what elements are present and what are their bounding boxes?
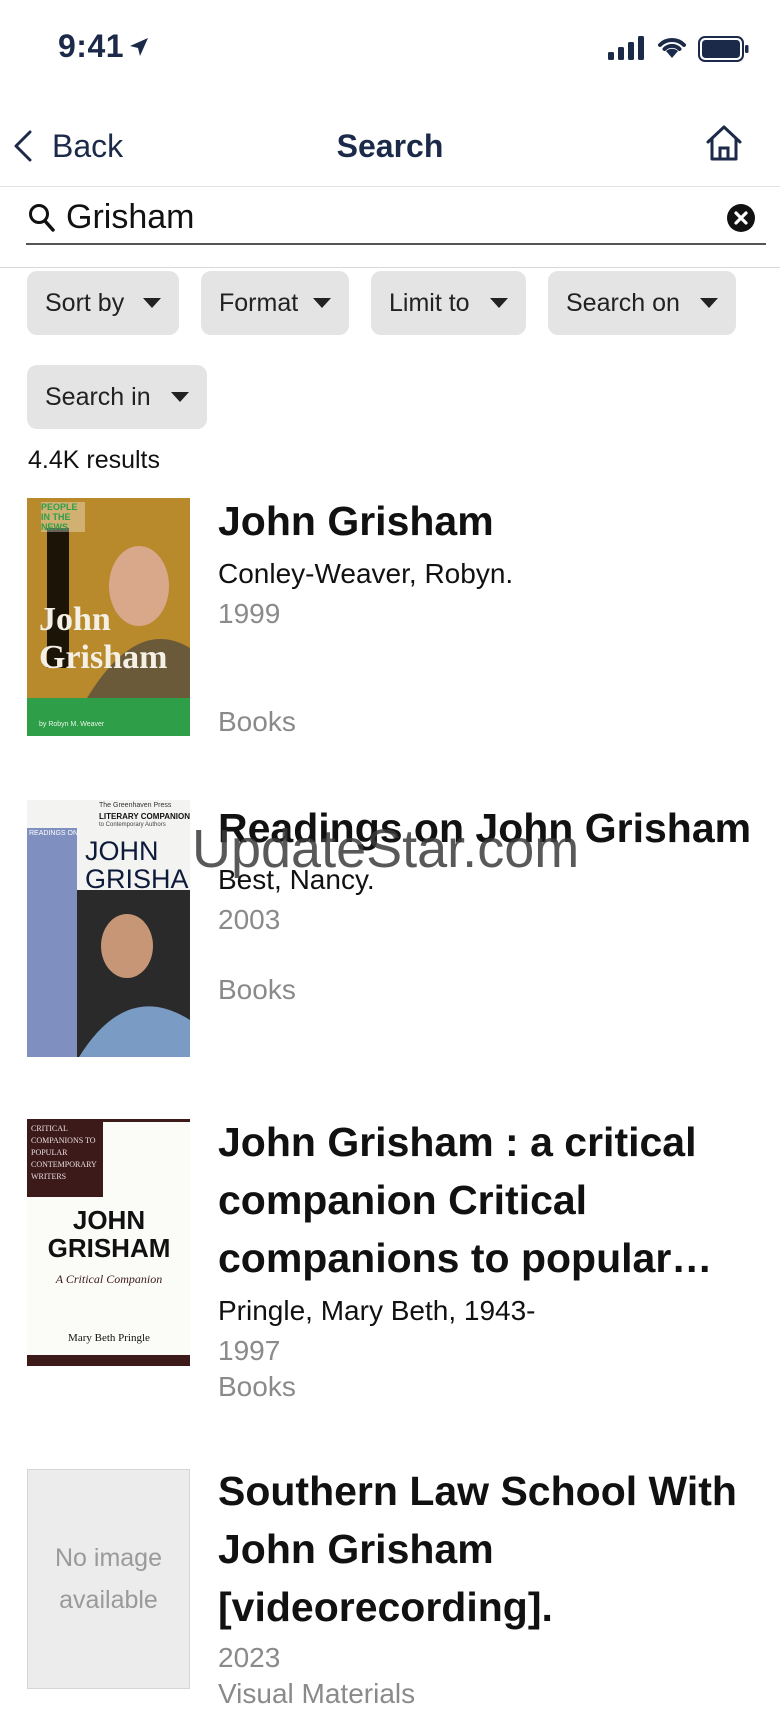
cover-sub: to Contemporary Authors	[99, 822, 166, 828]
result-info: John Grisham Conley-Weaver, Robyn. 1999 …	[218, 492, 758, 740]
result-year: 1999	[218, 598, 281, 629]
result-format: Visual Materials	[218, 1678, 416, 1709]
filter-label: Search on	[566, 288, 680, 317]
caret-down-icon	[171, 392, 189, 402]
cover-top: The Greenhaven Press	[99, 802, 172, 809]
result-info: Southern Law School With John Grisham [v…	[218, 1462, 758, 1712]
result-year: 2003	[218, 904, 281, 935]
cover-title-line1: JOHN	[73, 1205, 145, 1235]
result-title: Readings on John Grisham	[218, 805, 752, 851]
cover-1-art: John Grisham by Robyn M. Weaver	[27, 498, 190, 736]
search-field	[26, 195, 766, 245]
cover-title-line2: Grisham	[39, 639, 167, 676]
status-time: 9:41	[58, 28, 125, 64]
no-image-text: No image available	[55, 1544, 162, 1614]
result-format: Books	[218, 706, 296, 737]
limit-to-dropdown[interactable]: Limit to	[371, 271, 526, 335]
cover-title-line2: GRISHAM	[85, 864, 190, 894]
result-format: Books	[218, 1371, 296, 1402]
filter-label: Limit to	[389, 288, 470, 317]
cover-author: Mary Beth Pringle	[68, 1332, 150, 1344]
result-item[interactable]: John Grisham by Robyn M. Weaver PEOPLE I…	[0, 498, 780, 738]
cover-series: PEOPLE IN THE NEWS	[41, 502, 85, 532]
cover-title-line1: JOHN	[85, 836, 159, 866]
result-item[interactable]: JOHN GRISHAM A Critical Companion Mary B…	[0, 1119, 780, 1402]
results-count: 4.4K results	[28, 446, 161, 474]
navigation-bar: Back Search	[0, 100, 780, 187]
status-bar: 9:41	[0, 0, 780, 96]
cover-series: CRITICAL COMPANIONS TO POPULAR CONTEMPOR…	[31, 1124, 97, 1181]
filter-label: Sort by	[45, 288, 125, 317]
search-in-dropdown[interactable]: Search in	[27, 365, 207, 429]
no-image-placeholder: No image available	[27, 1469, 190, 1689]
search-input[interactable]	[66, 195, 706, 239]
cover-title-line1: John	[39, 601, 111, 638]
caret-down-icon	[313, 298, 331, 308]
caret-down-icon	[490, 298, 508, 308]
result-info: Readings on John Grisham Best, Nancy. 20…	[218, 800, 758, 1008]
result-year: 2023	[218, 1642, 281, 1673]
filter-label: Format	[219, 288, 299, 317]
home-icon[interactable]	[704, 124, 744, 162]
cover-2-art: GRISHAM JOHN	[27, 800, 190, 1057]
result-info: John Grisham : a critical companion Crit…	[218, 1113, 758, 1405]
book-cover: JOHN GRISHAM A Critical Companion Mary B…	[27, 1119, 190, 1366]
result-item[interactable]: GRISHAM JOHN The Greenhaven Press LITERA…	[0, 800, 780, 1060]
search-icon	[29, 204, 55, 232]
result-author: Conley-Weaver, Robyn.	[218, 558, 514, 589]
page-title: Search	[336, 128, 444, 164]
battery-icon	[698, 36, 749, 62]
result-title: John Grisham	[218, 498, 494, 544]
search-on-dropdown[interactable]: Search on	[548, 271, 736, 335]
cover-side: READINGS ON	[29, 830, 79, 837]
result-item[interactable]: No image available Southern Law School W…	[0, 1468, 780, 1709]
book-cover: GRISHAM JOHN The Greenhaven Press LITERA…	[27, 800, 190, 1057]
cover-series: LITERARY COMPANION	[99, 812, 190, 821]
format-dropdown[interactable]: Format	[201, 271, 349, 335]
result-title: Southern Law School With John Grisham [v…	[218, 1468, 737, 1630]
result-author: Pringle, Mary Beth, 1943-	[218, 1295, 536, 1326]
caret-down-icon	[143, 298, 161, 308]
result-author: Best, Nancy.	[218, 864, 375, 895]
caret-down-icon	[700, 298, 718, 308]
wifi-icon	[658, 38, 686, 58]
clear-search-icon[interactable]	[726, 203, 756, 233]
cover-title-line2: GRISHAM	[48, 1233, 171, 1263]
cover-byline: by Robyn M. Weaver	[39, 721, 105, 728]
filter-label: Search in	[45, 382, 151, 411]
result-title: John Grisham : a critical companion Crit…	[218, 1119, 713, 1281]
book-cover: John Grisham by Robyn M. Weaver PEOPLE I…	[27, 498, 190, 736]
search-bar	[0, 187, 780, 268]
result-year: 1997	[218, 1335, 281, 1366]
result-format: Books	[218, 974, 296, 1005]
location-arrow-icon	[130, 38, 148, 56]
sort-by-dropdown[interactable]: Sort by	[27, 271, 179, 335]
cellular-signal-icon	[608, 36, 644, 60]
cover-subtitle: A Critical Companion	[55, 1272, 162, 1286]
